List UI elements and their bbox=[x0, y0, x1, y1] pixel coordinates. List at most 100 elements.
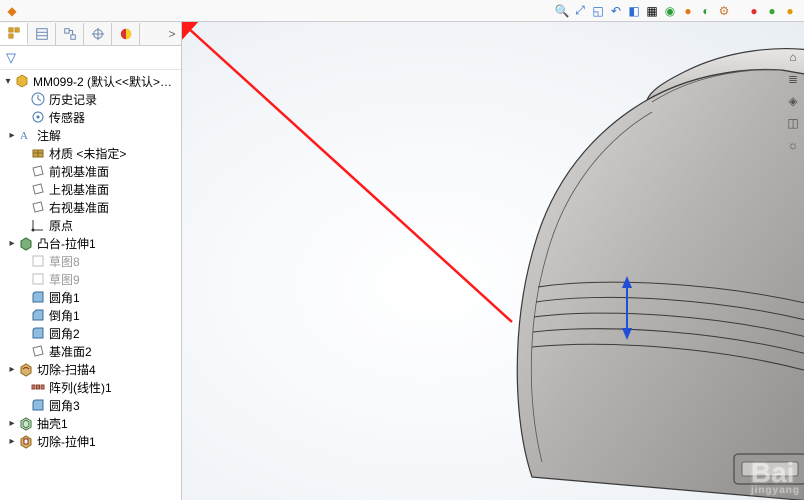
graphics-viewport[interactable]: ⌂ ≣ ◈ ◫ ☼ Bai jingyang bbox=[182, 22, 804, 500]
shell-icon bbox=[18, 415, 34, 431]
fillet-icon bbox=[30, 397, 46, 413]
task-pane-gutter: ⌂ ≣ ◈ ◫ ☼ bbox=[782, 22, 804, 500]
hide-show-icon[interactable]: ◉ bbox=[662, 3, 678, 19]
tree-node-label: 草图9 bbox=[49, 271, 177, 288]
toolbar-left-cluster: ◆ bbox=[0, 3, 24, 19]
zoom-area-icon[interactable]: ◱ bbox=[590, 3, 606, 19]
tree-node-fillet2[interactable]: ▸圆角2 bbox=[0, 324, 181, 342]
tree-node-label: 切除-扫描4 bbox=[37, 361, 177, 378]
gutter-decal-icon[interactable]: ◫ bbox=[784, 114, 802, 132]
tree-node-label: 阵列(线性)1 bbox=[49, 379, 177, 396]
tree-node-label: 历史记录 bbox=[49, 91, 177, 108]
tab-dimxpert-manager[interactable] bbox=[84, 23, 112, 45]
fillet-icon bbox=[30, 289, 46, 305]
manager-tabstrip: > bbox=[0, 22, 181, 46]
history-icon bbox=[30, 91, 46, 107]
filter-icon[interactable]: ▽ bbox=[6, 50, 16, 66]
sensor-icon bbox=[30, 109, 46, 125]
tree-node-fillet3[interactable]: ▸圆角3 bbox=[0, 396, 181, 414]
section-view-icon[interactable]: ◧ bbox=[626, 3, 642, 19]
ball-red-icon[interactable]: ● bbox=[746, 3, 762, 19]
tree-node-label: 材质 <未指定> bbox=[49, 145, 177, 162]
fillet-icon bbox=[30, 325, 46, 341]
tree-node-plane2[interactable]: ▸基准面2 bbox=[0, 342, 181, 360]
sketch-icon bbox=[30, 253, 46, 269]
tree-node-label: 上视基准面 bbox=[49, 181, 177, 198]
tab-configuration-manager[interactable] bbox=[56, 23, 84, 45]
annot-icon: A bbox=[18, 127, 34, 143]
caret-icon[interactable]: ▾ bbox=[2, 76, 14, 87]
tree-node-cutsweep4[interactable]: ▸ 切除-扫描4 bbox=[0, 360, 181, 378]
caret-icon[interactable]: ▸ bbox=[6, 418, 18, 429]
search-icon[interactable]: 🔍 bbox=[554, 3, 570, 19]
caret-icon[interactable]: ▸ bbox=[6, 238, 18, 249]
sketch-icon bbox=[30, 271, 46, 287]
caret-icon[interactable]: ▸ bbox=[6, 436, 18, 447]
tab-display-manager[interactable] bbox=[112, 23, 140, 45]
lpattern-icon bbox=[30, 379, 46, 395]
tree-filter-row: ▽ bbox=[0, 46, 181, 70]
part-icon bbox=[14, 73, 30, 89]
svg-text:A: A bbox=[20, 130, 28, 142]
tree-node-chamfer1[interactable]: ▸倒角1 bbox=[0, 306, 181, 324]
tree-node-label: 注解 bbox=[37, 127, 177, 144]
tree-node-sketch9[interactable]: ▸草图9 bbox=[0, 270, 181, 288]
tree-node-label: 抽壳1 bbox=[37, 415, 177, 432]
tree-node-plane_t[interactable]: ▸上视基准面 bbox=[0, 180, 181, 198]
gutter-layers-icon[interactable]: ≣ bbox=[784, 70, 802, 88]
cutext-icon bbox=[18, 433, 34, 449]
tree-node-material[interactable]: ▸材质 <未指定> bbox=[0, 144, 181, 162]
tree-node-shell1[interactable]: ▸ 抽壳1 bbox=[0, 414, 181, 432]
tree-node-label: 切除-拉伸1 bbox=[37, 433, 177, 450]
tree-node-sketch8[interactable]: ▸草图8 bbox=[0, 252, 181, 270]
gutter-scene-icon[interactable]: ☼ bbox=[784, 136, 802, 154]
tree-node-label: 基准面2 bbox=[49, 343, 177, 360]
appearance-icon[interactable]: ● bbox=[680, 3, 696, 19]
tabstrip-expand[interactable]: > bbox=[163, 27, 181, 41]
gutter-appearance-icon[interactable]: ◈ bbox=[784, 92, 802, 110]
material-icon bbox=[30, 145, 46, 161]
tree-root[interactable]: ▾ MM099-2 (默认<<默认>_显 bbox=[0, 72, 181, 90]
top-toolbar: ◆ 🔍 ⤢ ◱ ↶ ◧ ▦ ◉ ● ◐ ⚙ ● ● ● bbox=[0, 0, 804, 22]
model-rendering bbox=[182, 22, 804, 500]
caret-icon[interactable]: ▸ bbox=[6, 130, 18, 141]
tree-node-plane_f[interactable]: ▸前视基准面 bbox=[0, 162, 181, 180]
tree-node-label: 草图8 bbox=[49, 253, 177, 270]
extrude-icon bbox=[18, 235, 34, 251]
tree-node-label: 传感器 bbox=[49, 109, 177, 126]
tree-node-origin[interactable]: ▸原点 bbox=[0, 216, 181, 234]
cutsweep-icon bbox=[18, 361, 34, 377]
tree-node-label: 原点 bbox=[49, 217, 177, 234]
tree-node-boss1[interactable]: ▸ 凸台-拉伸1 bbox=[0, 234, 181, 252]
sw-logo-icon: ◆ bbox=[4, 3, 20, 19]
zoom-fit-icon[interactable]: ⤢ bbox=[572, 3, 588, 19]
tree-node-label: 圆角1 bbox=[49, 289, 177, 306]
origin-icon bbox=[30, 217, 46, 233]
display-style-icon[interactable]: ▦ bbox=[644, 3, 660, 19]
tree-node-annot[interactable]: ▸A 注解 bbox=[0, 126, 181, 144]
plane-icon bbox=[30, 199, 46, 215]
ball-green-icon[interactable]: ● bbox=[764, 3, 780, 19]
tree-node-lpattern1[interactable]: ▸阵列(线性)1 bbox=[0, 378, 181, 396]
caret-icon[interactable]: ▸ bbox=[6, 364, 18, 375]
toolbar-right-cluster: 🔍 ⤢ ◱ ↶ ◧ ▦ ◉ ● ◐ ⚙ ● ● ● bbox=[548, 3, 804, 19]
tab-property-manager[interactable] bbox=[28, 23, 56, 45]
scene-icon[interactable]: ◐ bbox=[698, 3, 714, 19]
view-settings-icon[interactable]: ⚙ bbox=[716, 3, 732, 19]
tree-node-label: 圆角2 bbox=[49, 325, 177, 342]
tree-node-label: 前视基准面 bbox=[49, 163, 177, 180]
tab-feature-manager[interactable] bbox=[0, 23, 28, 45]
gutter-home-icon[interactable]: ⌂ bbox=[784, 48, 802, 66]
tree-node-fillet1[interactable]: ▸圆角1 bbox=[0, 288, 181, 306]
tree-node-label: 凸台-拉伸1 bbox=[37, 235, 177, 252]
ball-yellow-icon[interactable]: ● bbox=[782, 3, 798, 19]
prev-view-icon[interactable]: ↶ bbox=[608, 3, 624, 19]
tree-node-plane_r[interactable]: ▸右视基准面 bbox=[0, 198, 181, 216]
tree-node-sensors[interactable]: ▸传感器 bbox=[0, 108, 181, 126]
feature-tree[interactable]: ▾ MM099-2 (默认<<默认>_显 ▸历史记录▸传感器▸A注解▸材质 <未… bbox=[0, 70, 181, 500]
tree-node-label: 倒角1 bbox=[49, 307, 177, 324]
tree-node-history[interactable]: ▸历史记录 bbox=[0, 90, 181, 108]
tree-node-cutext1[interactable]: ▸ 切除-拉伸1 bbox=[0, 432, 181, 450]
tree-root-label: MM099-2 (默认<<默认>_显 bbox=[33, 73, 177, 90]
plane-icon bbox=[30, 181, 46, 197]
